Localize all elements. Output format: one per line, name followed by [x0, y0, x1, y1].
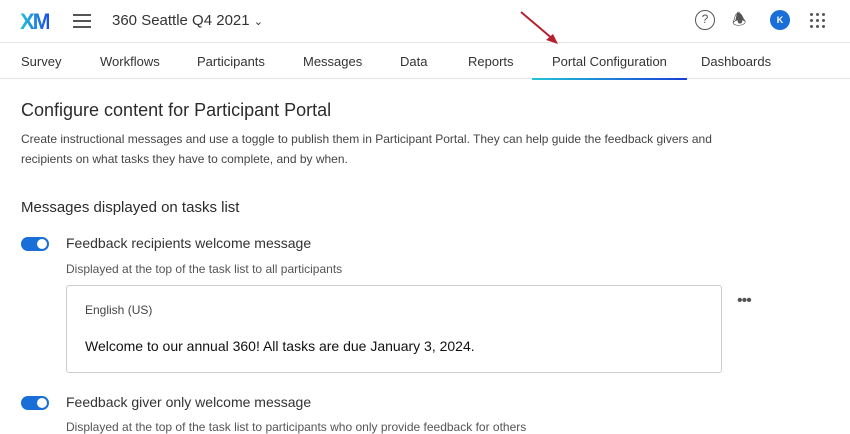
recipients-message-toggle[interactable] — [21, 237, 49, 251]
message-editor[interactable]: English (US) Welcome to our annual 360! … — [66, 285, 722, 373]
giver-message-toggle[interactable] — [21, 396, 49, 410]
project-name: 360 Seattle Q4 2021 — [112, 12, 250, 29]
message-text[interactable]: Welcome to our annual 360! All tasks are… — [85, 338, 475, 354]
language-label: English (US) — [85, 303, 153, 317]
tab-participants[interactable]: Participants — [197, 43, 265, 79]
red-arrow-annotation — [520, 11, 558, 44]
top-bar: XM 360 Seattle Q4 2021 ⌄ ? 🕭 K — [0, 0, 850, 42]
tab-workflows[interactable]: Workflows — [100, 43, 160, 79]
tab-survey[interactable]: Survey — [21, 43, 61, 79]
message-subtext: Displayed at the top of the task list to… — [66, 262, 343, 276]
apps-grid-icon[interactable] — [810, 13, 825, 28]
bell-icon[interactable]: 🕭 — [732, 9, 746, 36]
project-selector[interactable]: 360 Seattle Q4 2021 ⌄ — [112, 12, 263, 29]
help-icon[interactable]: ? — [695, 10, 715, 30]
xm-logo[interactable]: XM — [20, 9, 51, 35]
tab-reports[interactable]: Reports — [468, 43, 514, 79]
tab-dashboards[interactable]: Dashboards — [701, 43, 771, 79]
more-options-icon[interactable]: ••• — [737, 292, 752, 310]
avatar[interactable]: K — [770, 10, 790, 30]
tab-portal-configuration[interactable]: Portal Configuration — [532, 43, 687, 80]
tab-bar: Survey Workflows Participants Messages D… — [0, 42, 850, 80]
message-subtext: Displayed at the top of the task list to… — [66, 420, 527, 434]
message-label: Feedback recipients welcome message — [66, 235, 312, 251]
tab-data[interactable]: Data — [400, 43, 427, 79]
chevron-down-icon: ⌄ — [253, 16, 263, 28]
page-description: Create instructional messages and use a … — [21, 132, 712, 166]
tab-messages[interactable]: Messages — [303, 43, 362, 79]
section-title: Messages displayed on tasks list — [21, 199, 240, 216]
menu-icon[interactable] — [73, 14, 91, 32]
page-title: Configure content for Participant Portal — [21, 100, 332, 120]
message-label: Feedback giver only welcome message — [66, 394, 312, 410]
